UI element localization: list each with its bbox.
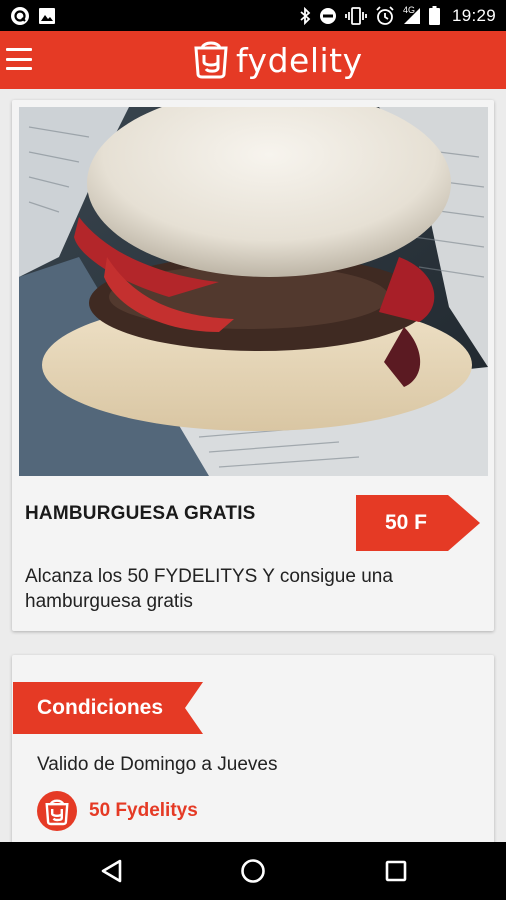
vibrate-icon [345,6,367,25]
conditions-card: Condiciones Valido de Domingo a Jueves 5… [12,655,494,855]
app-bar: fydelity [0,31,506,89]
image-icon [38,7,56,25]
navigation-bar [0,842,506,900]
status-bar-right: 4G 19:29 [299,4,496,26]
recents-square-icon[interactable] [381,856,411,886]
hamburger-menu-icon[interactable] [6,48,32,70]
status-bar-left [10,6,56,26]
reward-photo [19,107,488,476]
battery-icon [428,6,440,25]
brand-name: fydelity [236,40,363,80]
status-time: 19:29 [451,5,496,25]
app-notification-icon [10,6,30,26]
conditions-header: Condiciones [37,696,164,719]
bluetooth-icon [299,6,311,25]
network-type-label: 4G [402,4,415,15]
points-badge: 50 F [356,495,480,551]
points-requirement-label: 50 Fydelitys [89,800,198,821]
do-not-disturb-icon [319,7,337,25]
alarm-icon [375,5,395,26]
points-requirement: 50 Fydelitys [37,791,198,831]
signal-icon: 4G [402,4,421,25]
reward-title: HAMBURGUESA GRATIS [25,503,256,524]
fydelity-bag-icon [192,37,230,84]
reward-card[interactable]: HAMBURGUESA GRATIS 50 F Alcanza los 50 F… [12,100,494,631]
status-bar: 4G 19:29 [0,0,506,31]
conditions-text: Valido de Domingo a Jueves [37,754,278,775]
points-badge-label: 50 F [384,511,428,534]
home-circle-icon[interactable] [238,856,268,886]
brand-logo: fydelity [192,38,363,82]
conditions-ribbon: Condiciones [13,682,203,734]
fydelity-bag-icon [37,791,77,831]
reward-description: Alcanza los 50 FYDELITYS Y consigue una … [25,566,393,612]
back-triangle-icon[interactable] [96,856,126,886]
